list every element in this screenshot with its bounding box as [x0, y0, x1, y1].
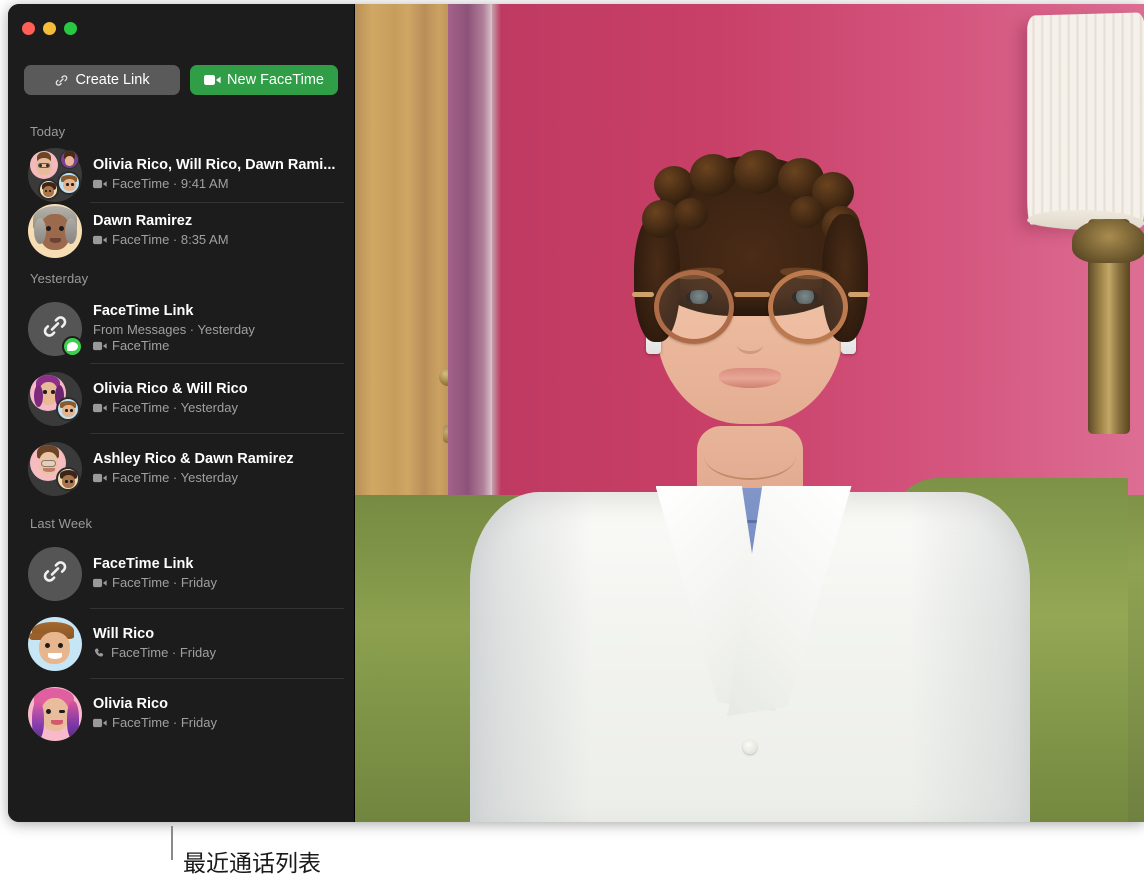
create-link-label: Create Link [75, 72, 150, 88]
minimize-button[interactable] [43, 22, 56, 35]
call-row-dawn-today[interactable]: Dawn Ramirez FaceTime · 8:35 AM [8, 203, 354, 259]
glasses-temple-right [847, 292, 870, 297]
shirt-button [742, 740, 757, 754]
call-subtitle-line: FaceTime [93, 338, 340, 354]
call-subtitle-line: FaceTime · Yesterday [93, 400, 340, 416]
video-camera-icon [93, 473, 107, 483]
glasses-temple-left [631, 292, 654, 297]
memoji-will-avatar [28, 617, 82, 671]
new-facetime-label: New FaceTime [227, 72, 324, 88]
sidebar: Create Link New FaceTime Today Olivia Ri… [8, 4, 355, 822]
close-button[interactable] [22, 22, 35, 35]
call-subtitle: FaceTime · 8:35 AM [112, 232, 229, 247]
lamp-shade [1027, 12, 1144, 228]
call-title: FaceTime Link [93, 556, 194, 572]
call-subtitle: FaceTime · Friday [111, 645, 216, 660]
facetime-window: Create Link New FaceTime Today Olivia Ri… [8, 4, 1144, 822]
link-icon [54, 73, 69, 88]
call-title: Will Rico [93, 626, 155, 642]
call-row-group-today[interactable]: Olivia Rico, Will Rico, Dawn Rami... Fac… [8, 147, 354, 203]
section-header-today: Today [30, 124, 66, 139]
eyeglasses [631, 270, 870, 346]
video-camera-icon [93, 179, 107, 189]
person-head [631, 150, 870, 440]
person-body [469, 426, 1030, 822]
video-camera-icon [93, 403, 107, 413]
callout-annotation: 最近通话列表 [171, 826, 571, 888]
toolbar: Create Link New FaceTime [8, 56, 354, 104]
video-camera-icon [93, 235, 107, 245]
video-feed[interactable] [355, 4, 1144, 822]
pair-ashley-dawn-avatar [28, 442, 82, 496]
callout-leader-line [171, 826, 173, 860]
create-link-button[interactable]: Create Link [24, 65, 181, 95]
call-subtitle-line: FaceTime · 8:35 AM [93, 232, 340, 248]
callout-label: 最近通话列表 [183, 851, 321, 877]
call-subtitle-line: FaceTime · 9:41 AM [93, 176, 340, 192]
call-row-facetime-link-yesterday[interactable]: FaceTime Link From Messages · Yesterday … [8, 294, 354, 364]
call-title: Olivia Rico & Will Rico [93, 381, 248, 397]
call-row-text: Dawn Ramirez FaceTime · 8:35 AM [93, 212, 340, 250]
memoji-dawn-avatar [28, 204, 82, 258]
phone-icon [93, 647, 106, 660]
call-row-text: Olivia Rico, Will Rico, Dawn Rami... Fac… [93, 156, 340, 194]
call-subtitle-line: FaceTime · Yesterday [93, 470, 340, 486]
memoji-olivia-avatar [28, 687, 82, 741]
call-title: Ashley Rico & Dawn Ramirez [93, 451, 294, 467]
lens-right [767, 270, 848, 344]
call-subtitle-line: FaceTime · Friday [93, 645, 340, 661]
call-subtitle: FaceTime · Friday [112, 715, 217, 730]
call-subtitle-line: FaceTime · Friday [93, 575, 340, 591]
call-subtitle: FaceTime · Yesterday [112, 400, 238, 415]
mouth [718, 368, 781, 388]
call-row-text: FaceTime Link From Messages · Yesterday … [93, 302, 340, 356]
call-subtitle: FaceTime · 9:41 AM [112, 176, 229, 191]
call-row-text: Ashley Rico & Dawn Ramirez FaceTime · Ye… [93, 450, 340, 488]
facetime-link-avatar [28, 547, 82, 601]
lens-left [653, 270, 734, 344]
call-row-text: FaceTime Link FaceTime · Friday [93, 555, 340, 593]
call-title: Olivia Rico [93, 696, 168, 712]
call-row-facetime-link-lastweek[interactable]: FaceTime Link FaceTime · Friday [8, 539, 354, 609]
call-row-will-rico[interactable]: Will Rico FaceTime · Friday [8, 609, 354, 679]
glasses-bridge [733, 292, 770, 297]
call-row-ashley-dawn[interactable]: Ashley Rico & Dawn Ramirez FaceTime · Ye… [8, 434, 354, 504]
facetime-link-avatar [28, 302, 83, 357]
pair-olivia-will-avatar [28, 372, 82, 426]
call-row-text: Olivia Rico FaceTime · Friday [93, 695, 340, 733]
call-row-text: Will Rico FaceTime · Friday [93, 625, 340, 663]
video-camera-icon [93, 578, 107, 588]
traffic-lights [22, 22, 77, 35]
call-subtitle: FaceTime · Yesterday [112, 470, 238, 485]
call-subtitle: FaceTime · Friday [112, 575, 217, 590]
call-from-line: From Messages · Yesterday [93, 322, 255, 337]
video-camera-icon [93, 341, 107, 351]
section-header-yesterday: Yesterday [30, 271, 89, 286]
call-subtitle-line: FaceTime · Friday [93, 715, 340, 731]
lamp-base [1072, 219, 1144, 434]
call-row-olivia-rico[interactable]: Olivia Rico FaceTime · Friday [8, 679, 354, 749]
call-subtitle: FaceTime [112, 338, 170, 353]
section-header-last-week: Last Week [30, 516, 93, 531]
call-title: Olivia Rico, Will Rico, Dawn Rami... [93, 157, 336, 173]
video-camera-icon [93, 718, 107, 728]
recent-calls-list[interactable]: Today Olivia Rico, Will Rico, Dawn Rami.… [8, 112, 354, 822]
nose [736, 336, 763, 354]
call-title: Dawn Ramirez [93, 213, 193, 229]
call-title: FaceTime Link [93, 303, 194, 319]
maximize-button[interactable] [64, 22, 77, 35]
new-facetime-button[interactable]: New FaceTime [190, 65, 338, 95]
call-row-text: Olivia Rico & Will Rico FaceTime · Yeste… [93, 380, 340, 418]
call-row-olivia-will[interactable]: Olivia Rico & Will Rico FaceTime · Yeste… [8, 364, 354, 434]
group-4-memoji-avatar [28, 148, 82, 202]
video-camera-icon [204, 74, 221, 86]
messages-badge-icon [62, 336, 83, 357]
